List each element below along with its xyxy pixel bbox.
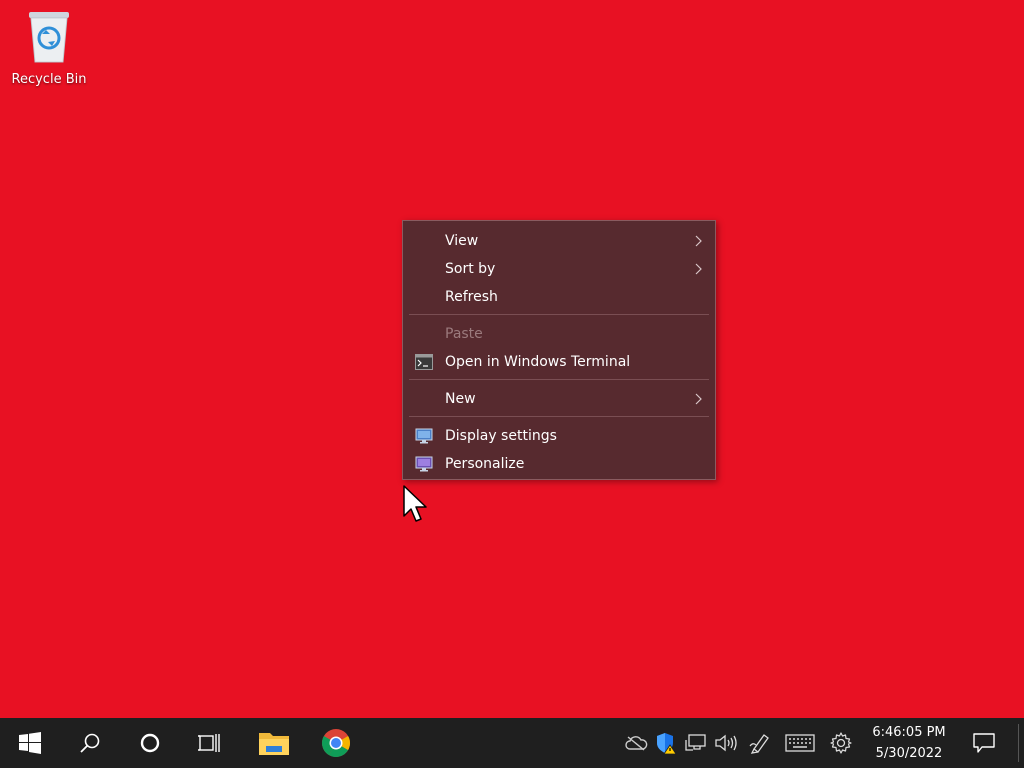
cortana-button[interactable] [122,718,178,768]
pen-icon [749,734,769,754]
windows-logo-icon [19,732,41,754]
menu-item-label: Display settings [445,428,557,444]
desktop-icon-recycle-bin[interactable]: Recycle Bin [6,8,92,92]
chevron-right-icon [695,235,702,247]
settings-gear-icon [830,732,852,754]
file-explorer-button[interactable] [246,718,302,768]
menu-separator [409,314,709,315]
network-icon [685,734,706,751]
taskbar-clock[interactable]: 6:46:05 PM 5/30/2022 [862,722,956,764]
mouse-cursor-icon [403,485,427,522]
personalize-icon [415,456,433,472]
menu-item-open-terminal[interactable]: Open in Windows Terminal [403,348,715,376]
menu-item-label: Personalize [445,456,525,472]
menu-item-refresh[interactable]: Refresh [403,283,715,311]
folder-icon [259,733,289,755]
menu-item-sort-by[interactable]: Sort by [403,255,715,283]
menu-item-label: Sort by [445,261,496,277]
chevron-right-icon [695,263,702,275]
menu-item-new[interactable]: New [403,385,715,413]
onedrive-tray-button[interactable] [622,718,650,768]
search-icon [80,733,100,753]
menu-item-display-settings[interactable]: Display settings [403,422,715,450]
network-tray-button[interactable] [682,718,710,768]
menu-separator [409,416,709,417]
recycle-bin-icon [29,12,69,63]
cortana-icon [140,733,160,753]
keyboard-icon [785,734,815,752]
desktop-context-menu: View Sort by Refresh Paste Open in Windo… [402,220,716,480]
clock-date: 5/30/2022 [875,746,943,761]
settings-tray-button[interactable] [826,718,856,768]
display-icon [415,428,433,444]
menu-item-label: View [445,233,479,249]
task-view-button[interactable] [182,718,238,768]
clock-time: 6:46:05 PM [872,725,946,740]
menu-separator [409,379,709,380]
taskbar: 6:46:05 PM 5/30/2022 [0,718,1024,768]
action-center-icon [973,733,995,753]
chevron-right-icon [695,393,702,405]
defender-icon [657,733,677,754]
desktop-icon-label: Recycle Bin [11,72,87,87]
terminal-icon [415,354,433,370]
menu-item-paste: Paste [403,320,715,348]
volume-tray-button[interactable] [712,718,740,768]
menu-item-label: Refresh [445,289,498,305]
chrome-button[interactable] [308,718,364,768]
start-button[interactable] [2,718,58,768]
action-center-button[interactable] [962,718,1006,768]
menu-item-label: Open in Windows Terminal [445,354,631,370]
chrome-icon [322,729,350,757]
desktop[interactable]: Recycle Bin View Sort by Refresh Paste O… [0,0,1024,718]
menu-item-label: New [445,391,476,407]
menu-item-label: Paste [445,326,483,342]
task-view-icon [198,734,220,752]
defender-tray-button[interactable] [652,718,680,768]
menu-item-personalize[interactable]: Personalize [403,450,715,478]
pen-tray-button[interactable] [746,718,774,768]
volume-icon [715,734,737,752]
search-button[interactable] [62,718,118,768]
touch-keyboard-tray-button[interactable] [782,718,818,768]
onedrive-icon [625,736,648,751]
show-desktop-button[interactable] [1018,724,1019,762]
menu-item-view[interactable]: View [403,227,715,255]
